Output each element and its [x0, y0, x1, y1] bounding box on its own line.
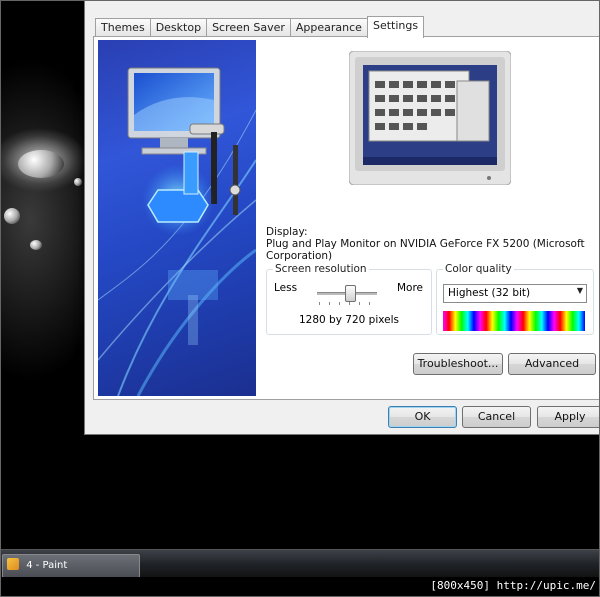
monitor-preview: [348, 50, 512, 186]
tab-desktop[interactable]: Desktop: [149, 18, 208, 37]
paint-icon: [7, 558, 19, 570]
apply-button[interactable]: Apply: [537, 406, 600, 428]
monitor-icon: [348, 50, 512, 186]
slider-tick: [359, 302, 360, 305]
monitor-tools-illustration: [98, 67, 256, 396]
advanced-button[interactable]: Advanced: [508, 353, 596, 375]
display-monitor-name: Plug and Play Monitor on NVIDIA GeForce …: [266, 238, 585, 262]
dropdown-arrow-icon: ▼: [576, 286, 583, 295]
taskbar-item-paint[interactable]: 4 - Paint: [2, 554, 140, 578]
ok-button[interactable]: OK: [388, 406, 457, 428]
slider-tick: [319, 302, 320, 305]
tab-strip: Themes Desktop Screen Saver Appearance S…: [95, 16, 425, 38]
display-info: Display: Plug and Play Monitor on NVIDIA…: [266, 226, 600, 262]
slider-tick: [329, 302, 330, 305]
water-droplet: [4, 208, 20, 224]
color-quality-group: Color quality Highest (32 bit) ▼: [436, 263, 594, 335]
troubleshoot-button[interactable]: Troubleshoot...: [413, 353, 503, 375]
taskbar-item-label: 4 - Paint: [26, 560, 68, 571]
water-droplet: [74, 178, 82, 186]
tab-appearance[interactable]: Appearance: [289, 18, 368, 37]
image-footer: [800x450] http://upic.me/: [0, 577, 600, 597]
slider-tick: [349, 302, 350, 305]
taskbar: 4 - Paint: [0, 549, 600, 578]
slider-tick: [369, 302, 370, 305]
water-droplet: [18, 150, 64, 178]
settings-panel: Display: Plug and Play Monitor on NVIDIA…: [93, 36, 600, 400]
tab-screen-saver[interactable]: Screen Saver: [206, 18, 291, 37]
resolution-value: 1280 by 720 pixels: [299, 314, 399, 326]
color-quality-title: Color quality: [443, 263, 514, 275]
color-quality-value: Highest (32 bit): [448, 287, 531, 299]
water-droplet: [30, 240, 42, 250]
screen-resolution-title: Screen resolution: [273, 263, 369, 275]
slider-tick: [339, 302, 340, 305]
color-spectrum-bar: [443, 311, 585, 331]
cancel-button[interactable]: Cancel: [462, 406, 531, 428]
decorative-side-art: [98, 40, 256, 396]
color-quality-select[interactable]: Highest (32 bit) ▼: [443, 284, 587, 303]
display-properties-dialog: Themes Desktop Screen Saver Appearance S…: [84, 0, 600, 435]
tab-themes[interactable]: Themes: [95, 18, 151, 37]
resolution-more-label: More: [396, 282, 423, 294]
watermark: [800x450] http://upic.me/: [430, 579, 596, 592]
screen-resolution-group: Screen resolution Less More 1280 by 720 …: [266, 263, 432, 335]
display-label: Display:: [266, 226, 308, 238]
resolution-slider-thumb[interactable]: [345, 285, 356, 302]
tab-settings[interactable]: Settings: [366, 16, 425, 38]
resolution-less-label: Less: [274, 282, 298, 294]
